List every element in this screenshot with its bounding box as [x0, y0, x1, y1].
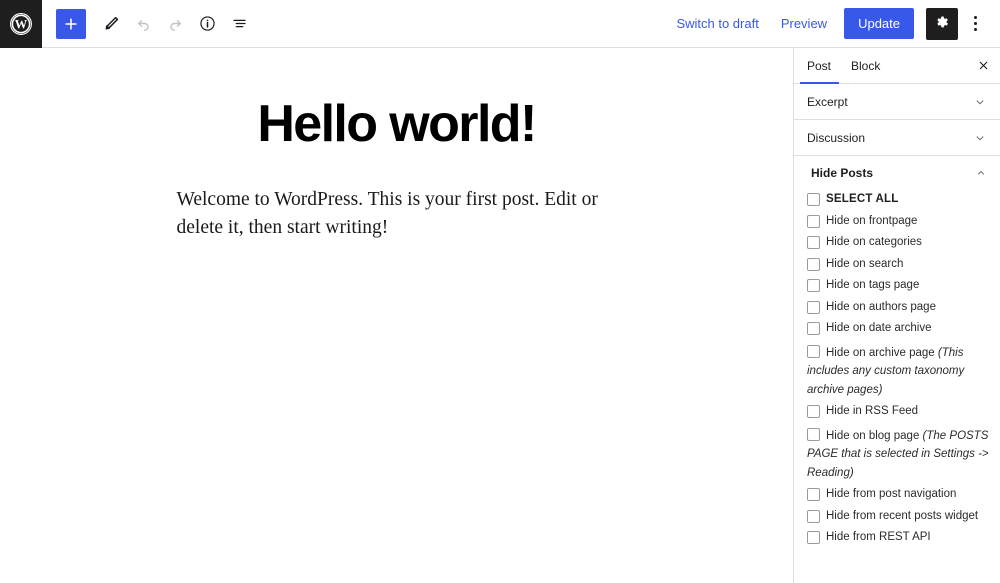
checkbox-icon[interactable] — [807, 214, 820, 228]
more-options-button[interactable] — [960, 8, 990, 40]
switch-to-draft-button[interactable]: Switch to draft — [665, 9, 769, 38]
redo-button[interactable] — [160, 9, 190, 39]
checkbox-icon[interactable] — [807, 193, 820, 206]
tab-post[interactable]: Post — [794, 48, 841, 84]
post-title[interactable]: Hello world! — [177, 96, 617, 152]
add-block-button[interactable] — [56, 8, 86, 39]
close-sidebar-button[interactable] — [966, 48, 1000, 83]
post-paragraph-block[interactable]: Welcome to WordPress. This is your first… — [177, 186, 617, 241]
checkbox-icon[interactable] — [807, 257, 820, 271]
editor-body: Hello world! Welcome to WordPress. This … — [0, 48, 1000, 583]
wordpress-block-editor: W Switch to draft Preview Update Hello w… — [0, 0, 1000, 583]
sidebar-tabs: Post Block — [794, 48, 1000, 84]
checkbox-label: Hide on blog page — [826, 429, 920, 442]
post-content-wrapper: Hello world! Welcome to WordPress. This … — [177, 48, 617, 242]
hide-posts-checklist: SELECT ALL Hide on frontpage Hide on categ… — [794, 190, 1000, 566]
checkbox-item[interactable]: Hide on archive page (This includes any … — [807, 343, 990, 399]
checkbox-label: Hide on date archive — [826, 322, 932, 334]
checkbox-item[interactable]: Hide on date archive — [807, 321, 990, 337]
checkbox-label: Hide from recent posts widget — [826, 509, 979, 522]
checkbox-item[interactable]: Hide on frontpage — [807, 214, 990, 230]
undo-button[interactable] — [128, 9, 158, 39]
checkbox-label: Hide on authors page — [826, 300, 936, 313]
checkbox-item[interactable]: Hide in RSS Feed — [807, 404, 990, 420]
checkbox-icon[interactable] — [807, 322, 820, 335]
checkbox-icon[interactable] — [807, 236, 820, 249]
checkbox-icon[interactable] — [807, 300, 820, 314]
update-button[interactable]: Update — [844, 8, 914, 39]
checkbox-icon[interactable] — [807, 488, 820, 501]
checkbox-item[interactable]: Hide from REST API — [807, 530, 990, 546]
checkbox-label: Hide from post navigation — [826, 488, 957, 500]
checkbox-item[interactable]: Hide on authors page — [807, 300, 990, 316]
checkbox-item[interactable]: Hide on blog page (The POSTS PAGE that i… — [807, 426, 990, 482]
checkbox-item[interactable]: Hide from post navigation — [807, 487, 990, 503]
chevron-up-icon — [975, 167, 987, 179]
post-canvas[interactable]: Hello world! Welcome to WordPress. This … — [0, 48, 793, 583]
preview-button[interactable]: Preview — [770, 9, 838, 38]
checkbox-item[interactable]: Hide on search — [807, 257, 990, 273]
checkbox-icon[interactable] — [807, 344, 820, 358]
checkbox-label: Hide on tags page — [826, 279, 920, 291]
editor-header: W Switch to draft Preview Update — [0, 0, 1000, 48]
panel-excerpt-label: Excerpt — [807, 94, 848, 109]
details-button[interactable] — [192, 9, 222, 39]
header-actions: Switch to draft Preview Update — [665, 0, 1000, 47]
checkbox-label: SELECT ALL — [826, 193, 899, 205]
panel-hide-posts-label: Hide Posts — [811, 166, 874, 180]
checkbox-label: Hide on categories — [826, 236, 922, 248]
checkbox-item[interactable]: Hide from recent posts widget — [807, 509, 990, 525]
kebab-menu-icon — [973, 16, 977, 31]
checkbox-item[interactable]: Hide on tags page — [807, 278, 990, 294]
checkbox-icon[interactable] — [807, 279, 820, 292]
checkbox-icon[interactable] — [807, 531, 820, 544]
panel-excerpt[interactable]: Excerpt — [794, 84, 1000, 120]
checkbox-item[interactable]: Hide on categories — [807, 235, 990, 251]
wordpress-logo-icon[interactable]: W — [0, 0, 42, 48]
header-toolbar — [42, 0, 254, 47]
checkbox-icon[interactable] — [807, 405, 820, 418]
settings-sidebar: Post Block Excerpt Discussion Hide Posts… — [793, 48, 1000, 583]
checkbox-label: Hide on frontpage — [826, 214, 918, 227]
chevron-down-icon — [973, 131, 987, 145]
checkbox-label: Hide in RSS Feed — [826, 405, 919, 417]
checkbox-label: Hide from REST API — [826, 531, 931, 543]
chevron-down-icon — [973, 95, 987, 109]
tab-block[interactable]: Block — [841, 48, 890, 83]
header-spacer — [254, 0, 665, 47]
checkbox-item[interactable]: SELECT ALL — [807, 192, 990, 208]
list-view-button[interactable] — [224, 9, 254, 39]
checkbox-icon[interactable] — [807, 509, 820, 523]
checkbox-icon[interactable] — [807, 427, 820, 441]
panel-discussion-label: Discussion — [807, 130, 866, 145]
svg-text:W: W — [15, 18, 28, 32]
checkbox-label: Hide on search — [826, 257, 904, 270]
edit-tool-button[interactable] — [96, 9, 126, 39]
panel-discussion[interactable]: Discussion — [794, 120, 1000, 156]
settings-gear-button[interactable] — [926, 7, 958, 40]
panel-hide-posts[interactable]: Hide Posts — [794, 156, 1000, 190]
checkbox-label: Hide on archive page — [826, 346, 935, 359]
